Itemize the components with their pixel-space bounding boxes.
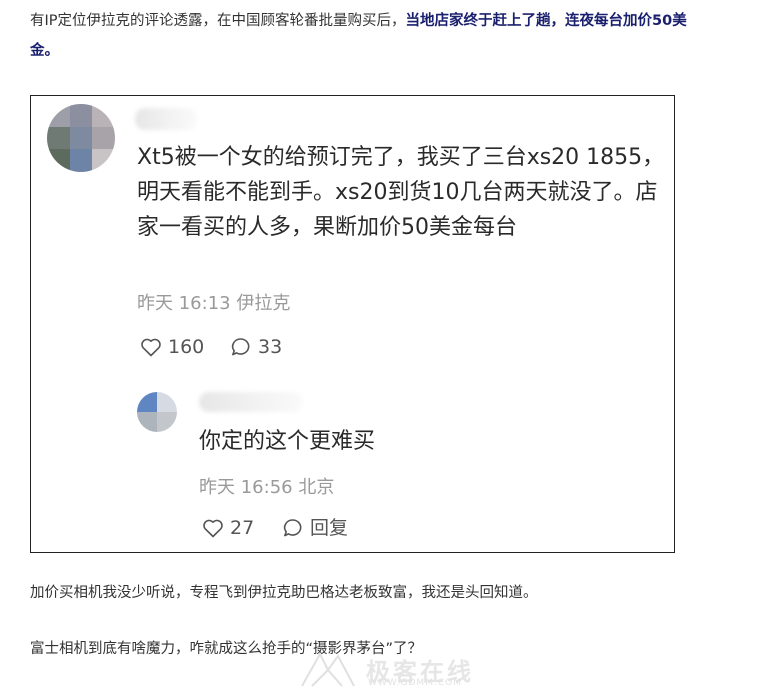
site-watermark: 极客在线 WWW.GDMM.COM: [292, 650, 502, 690]
comment-reply-count-button[interactable]: 33: [229, 335, 282, 359]
comment-screenshot: Xt5被一个女的给预订完了，我买了三台xs20 1855，明天看能不能到手。xs…: [30, 95, 675, 553]
reply-like-button[interactable]: 27: [201, 516, 254, 540]
replier-avatar: [137, 392, 177, 432]
reply-label: 回复: [310, 517, 349, 539]
comment-meta: 昨天 16:13 伊拉克: [137, 293, 291, 314]
speech-bubble-icon: [231, 338, 250, 356]
like-count: 160: [168, 336, 205, 358]
commenter-avatar: [47, 104, 115, 172]
blurred-username: [199, 392, 303, 412]
body-paragraph: 加价买相机我没少听说，专程飞到伊拉克助巴格达老板致富，我还是头回知道。: [30, 585, 538, 601]
watermark-url: WWW.GDMM.COM: [368, 678, 462, 688]
speech-bubble-icon: [283, 519, 302, 537]
heart-outline-icon: [141, 338, 161, 357]
intro-text: 有IP定位伊拉克的评论透露，在中国顾客轮番批量购买后，: [30, 13, 406, 29]
reply-meta: 昨天 16:56 北京: [199, 477, 335, 498]
reply-button[interactable]: 回复: [281, 516, 348, 540]
comment-text: Xt5被一个女的给预订完了，我买了三台xs20 1855，明天看能不能到手。xs…: [137, 145, 665, 240]
reply-text: 你定的这个更难买: [199, 429, 376, 454]
watermark-logo-icon: [301, 651, 355, 687]
intro-paragraph: 有IP定位伊拉克的评论透露，在中国顾客轮番批量购买后，当地店家终于赶上了趟，连夜…: [30, 6, 690, 66]
like-count: 27: [230, 517, 255, 539]
heart-outline-icon: [203, 519, 223, 538]
comment-like-button[interactable]: 160: [139, 335, 204, 359]
comment-count: 33: [258, 336, 283, 358]
blurred-username: [135, 108, 197, 130]
